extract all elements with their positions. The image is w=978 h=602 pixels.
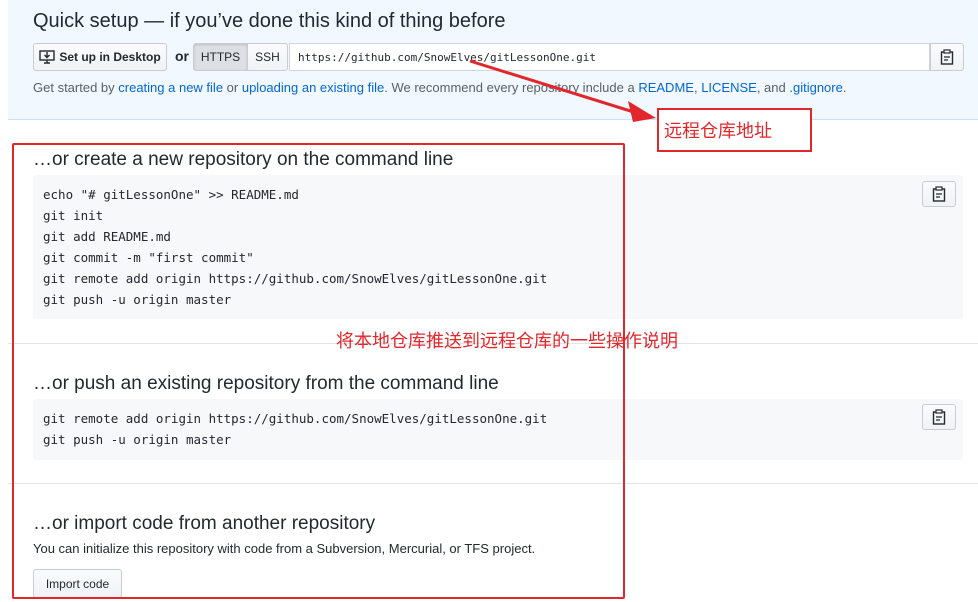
import-code-button[interactable]: Import code: [33, 569, 122, 598]
clipboard-icon: [932, 186, 946, 202]
push-repo-code[interactable]: git remote add origin https://github.com…: [33, 399, 963, 460]
code-line: git remote add origin https://github.com…: [43, 271, 548, 286]
create-repo-section: …or create a new repository on the comma…: [8, 0, 978, 343]
code-line: git push -u origin master: [43, 292, 232, 307]
create-repo-code[interactable]: echo "# gitLessonOne" >> README.md git i…: [33, 175, 963, 319]
code-line: git commit -m "first commit": [43, 250, 254, 265]
section-divider: [8, 483, 978, 484]
code-line: git push -u origin master: [43, 432, 232, 447]
push-repo-title: …or push an existing repository from the…: [33, 373, 499, 394]
import-help: You can initialize this repository with …: [33, 541, 536, 556]
code-line: git add README.md: [43, 229, 171, 244]
copy-push-commands-button[interactable]: [922, 404, 956, 430]
remote-url-annotation: 远程仓库地址: [657, 108, 812, 152]
code-line: echo "# gitLessonOne" >> README.md: [43, 187, 299, 202]
code-line: git remote add origin https://github.com…: [43, 411, 548, 426]
import-title: …or import code from another repository: [33, 513, 376, 534]
push-repo-section: …or push an existing repository from the…: [8, 344, 978, 483]
clipboard-icon: [932, 409, 946, 425]
create-repo-title: …or create a new repository on the comma…: [33, 149, 454, 170]
push-operations-annotation: 将本地仓库推送到远程仓库的一些操作说明: [336, 331, 678, 352]
copy-create-commands-button[interactable]: [922, 181, 956, 207]
code-line: git init: [43, 208, 104, 223]
